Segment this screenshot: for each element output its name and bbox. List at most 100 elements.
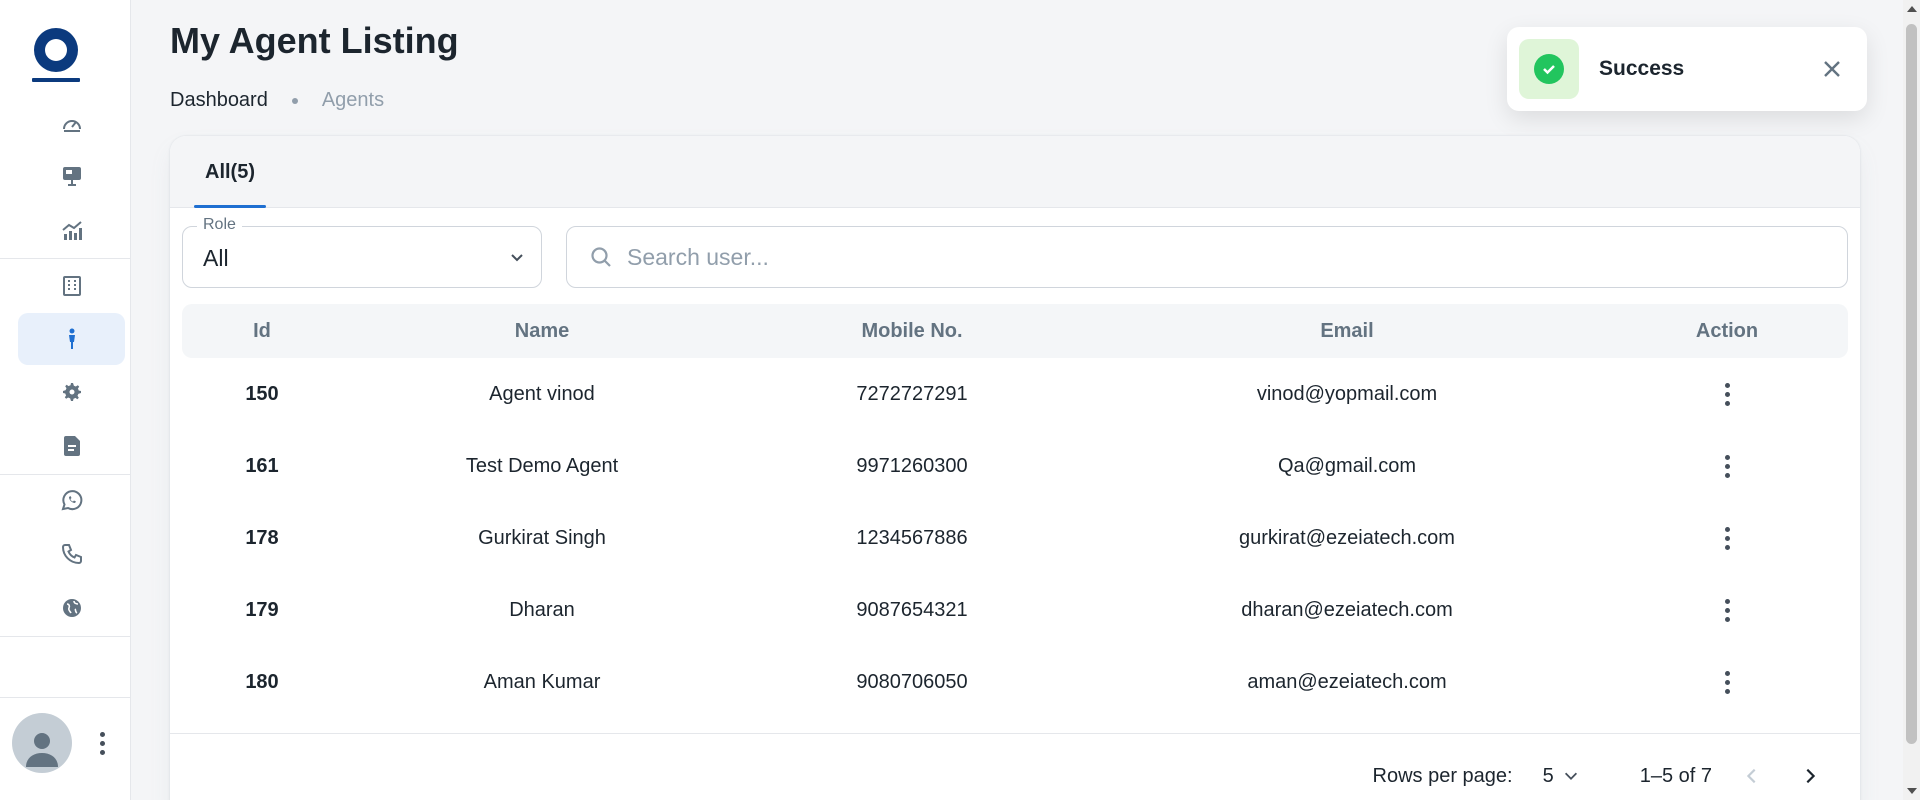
- column-header-email[interactable]: Email: [1082, 304, 1612, 358]
- pagination: Rows per page: 5 1–5 of 7: [1373, 756, 1829, 796]
- breadcrumb-current: Agents: [321, 89, 385, 111]
- sidebar-item-web[interactable]: [18, 582, 125, 634]
- analytics-chart-icon: [61, 221, 82, 240]
- page-title: My Agent Listing: [170, 20, 459, 61]
- cell-name: Dharan: [509, 598, 575, 621]
- chevron-down-icon: [511, 254, 523, 262]
- next-page-button[interactable]: [1792, 758, 1828, 794]
- toast-close-button[interactable]: [1817, 54, 1847, 84]
- sidebar-item-dashboard[interactable]: [18, 98, 125, 150]
- cell-mobile: 9080706050: [856, 670, 968, 693]
- row-actions-button[interactable]: [1612, 430, 1842, 502]
- previous-page-button[interactable]: [1734, 758, 1770, 794]
- column-header-id[interactable]: Id: [182, 304, 342, 358]
- sidebar-divider: [0, 258, 131, 259]
- rows-per-page-label: Rows per page:: [1372, 764, 1513, 787]
- scroll-down-arrow-icon[interactable]: [1907, 788, 1917, 794]
- page-scrollbar[interactable]: [1903, 0, 1920, 800]
- cell-id: 178: [245, 526, 279, 549]
- column-header-name[interactable]: Name: [342, 304, 742, 358]
- search-icon: [591, 247, 611, 267]
- row-actions-button[interactable]: [1612, 574, 1842, 646]
- row-actions-button[interactable]: [1612, 358, 1842, 430]
- table-row[interactable]: 150 Agent vinod 7272727291 vinod@yopmail…: [182, 358, 1848, 430]
- table-header: Id Name Mobile No. Email Action: [182, 304, 1848, 358]
- table-row[interactable]: 180 Aman Kumar 9080706050 aman@ezeiatech…: [182, 646, 1848, 718]
- cell-mobile: 1234567886: [856, 526, 968, 549]
- phone-icon: [61, 544, 82, 565]
- dashboard-gauge-icon: [62, 120, 81, 132]
- brand-logo[interactable]: [30, 24, 82, 84]
- cell-email: vinod@yopmail.com: [1256, 382, 1438, 405]
- sidebar-divider: [0, 697, 131, 698]
- more-vertical-icon: [99, 731, 105, 737]
- presentation-icon: [62, 167, 81, 186]
- role-select-label: Role: [197, 216, 242, 234]
- tab-indicator: [194, 205, 266, 208]
- cell-mobile: 7272727291: [856, 382, 968, 405]
- cell-mobile: 9087654321: [856, 598, 968, 621]
- scroll-up-arrow-icon[interactable]: [1907, 6, 1917, 12]
- cell-email: dharan@ezeiatech.com: [1241, 598, 1453, 621]
- sidebar-item-agents[interactable]: [18, 313, 125, 365]
- sidebar-item-whatsapp[interactable]: [18, 474, 125, 526]
- chevron-down-icon: [1564, 772, 1577, 780]
- table-row[interactable]: 161 Test Demo Agent 9971260300 Qa@gmail.…: [182, 430, 1848, 502]
- table-footer-divider: [170, 733, 1860, 734]
- cell-id: 180: [245, 670, 279, 693]
- agent-listing-card: All(5) Role All Id Name Mobile No. Email…: [170, 136, 1860, 800]
- table-row[interactable]: 178 Gurkirat Singh 1234567886 gurkirat@e…: [182, 502, 1848, 574]
- rows-per-page-value: 5: [1542, 764, 1554, 787]
- user-avatar-icon: [26, 733, 58, 767]
- cell-id: 150: [245, 382, 279, 405]
- pagination-range: 1–5 of 7: [1639, 764, 1712, 787]
- column-header-action: Action: [1695, 319, 1759, 342]
- cell-id: 179: [245, 598, 279, 621]
- avatar[interactable]: [12, 713, 72, 773]
- breadcrumb-dashboard-link[interactable]: Dashboard: [170, 89, 268, 112]
- user-menu-button[interactable]: [92, 728, 112, 758]
- cell-name: Gurkirat Singh: [478, 526, 606, 549]
- table-row[interactable]: 179 Dharan 9087654321 dharan@ezeiatech.c…: [182, 574, 1848, 646]
- role-select[interactable]: Role All: [182, 216, 542, 288]
- sidebar-item-presentation[interactable]: [18, 150, 125, 202]
- column-header-mobile[interactable]: Mobile No.: [742, 304, 1082, 358]
- cell-name: Agent vinod: [489, 382, 595, 405]
- scrollbar-thumb[interactable]: [1906, 24, 1917, 744]
- success-toast: Success: [1507, 27, 1867, 111]
- rows-per-page-select[interactable]: 5: [1543, 765, 1580, 788]
- cell-name: Test Demo Agent: [465, 454, 619, 477]
- tab-all[interactable]: All(5): [194, 136, 266, 208]
- cell-id: 161: [245, 454, 279, 477]
- search-input[interactable]: [627, 243, 1760, 271]
- cell-email: gurkirat@ezeiatech.com: [1239, 526, 1455, 549]
- row-actions-button[interactable]: [1612, 502, 1842, 574]
- cell-email: aman@ezeiatech.com: [1247, 670, 1447, 693]
- sidebar: [0, 0, 131, 800]
- globe-icon: [62, 599, 81, 617]
- search-box: [566, 226, 1848, 288]
- chevron-left-icon: [1746, 768, 1756, 784]
- sidebar-item-analytics[interactable]: [18, 205, 125, 257]
- cell-name: Aman Kumar: [483, 670, 601, 693]
- building-icon: [62, 276, 81, 296]
- row-actions-button[interactable]: [1612, 646, 1842, 718]
- sidebar-item-building[interactable]: [18, 260, 125, 312]
- breadcrumb-separator: [291, 97, 298, 104]
- toast-message: Success: [1599, 57, 1685, 80]
- more-vertical-icon: [1724, 598, 1730, 604]
- chevron-right-icon: [1806, 768, 1816, 784]
- filters-bar: Role All: [182, 216, 1848, 288]
- document-icon: [63, 436, 80, 456]
- agent-person-icon: [68, 328, 75, 349]
- more-vertical-icon: [1724, 526, 1730, 532]
- tabs-bar: All(5): [170, 136, 1860, 208]
- check-circle-icon: [1534, 54, 1564, 84]
- more-vertical-icon: [1724, 454, 1730, 460]
- role-select-value: All: [203, 245, 229, 271]
- sidebar-item-settings[interactable]: [18, 366, 125, 418]
- breadcrumb: Dashboard Agents: [170, 89, 384, 112]
- sidebar-divider: [0, 636, 131, 637]
- sidebar-item-documents[interactable]: [18, 420, 125, 472]
- sidebar-item-phone[interactable]: [18, 528, 125, 580]
